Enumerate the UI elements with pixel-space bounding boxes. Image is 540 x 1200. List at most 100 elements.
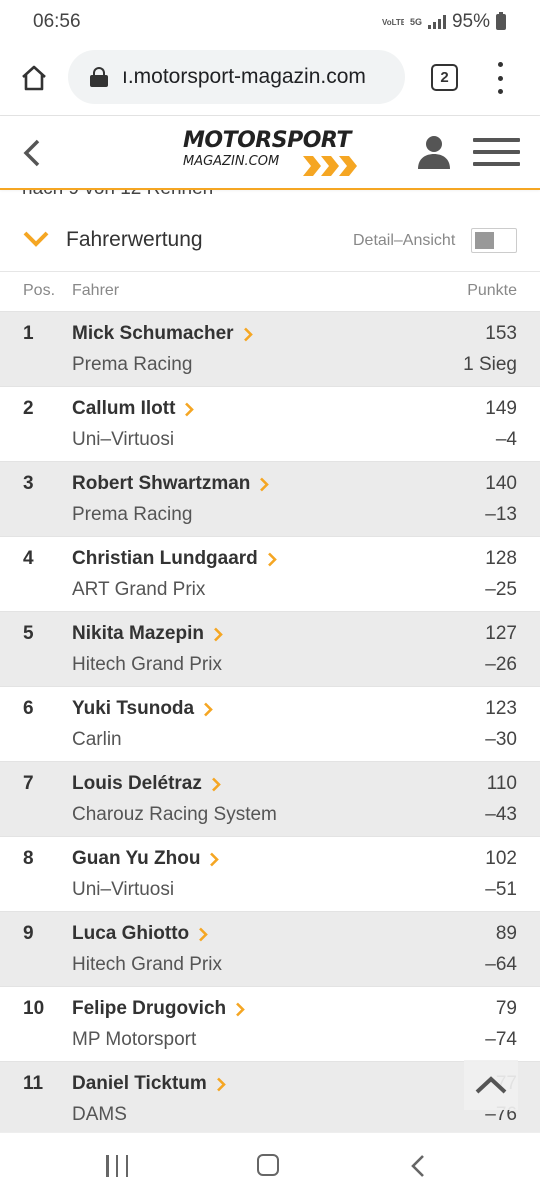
driver-name: Daniel Ticktum	[72, 1073, 207, 1094]
chevron-right-icon	[260, 477, 270, 491]
status-time: 06:56	[33, 11, 81, 32]
driver-name: Callum Ilott	[72, 398, 176, 419]
chevron-right-icon	[185, 402, 195, 416]
driver-link[interactable]: Callum Ilott	[72, 398, 195, 420]
system-nav-bar	[0, 1132, 540, 1200]
driver-link[interactable]: Mick Schumacher	[72, 323, 253, 345]
row-position: 8	[23, 848, 34, 869]
driver-link[interactable]: Guan Yu Zhou	[72, 848, 220, 870]
back-nav-icon[interactable]	[410, 1154, 426, 1178]
scroll-to-top-button[interactable]	[464, 1060, 518, 1110]
driver-points: 127	[485, 623, 517, 644]
points-gap: –25	[485, 579, 517, 600]
standings-title[interactable]: Fahrerwertung	[66, 228, 203, 252]
row-position: 6	[23, 698, 34, 719]
row-position: 9	[23, 923, 34, 944]
driver-name: Louis Delétraz	[72, 773, 202, 794]
column-header-driver: Fahrer	[72, 282, 120, 299]
tab-switcher-button[interactable]: 2	[431, 64, 458, 91]
chevron-right-icon	[214, 627, 223, 641]
chevron-right-icon	[210, 852, 220, 866]
url-bar[interactable]: ı.motorsport-magazin.com	[68, 50, 405, 104]
chevron-left-icon[interactable]	[20, 138, 46, 168]
standings-table: 1 Mick Schumacher Prema Racing 153 1 Sie…	[0, 312, 540, 1137]
table-row: 11 Daniel Ticktum DAMS 77 –76	[0, 1062, 540, 1137]
home-nav-icon[interactable]	[257, 1154, 279, 1176]
team-name: Prema Racing	[72, 354, 193, 375]
driver-link[interactable]: Daniel Ticktum	[72, 1073, 226, 1095]
battery-percent: 95%	[451, 11, 490, 32]
table-row: 5 Nikita Mazepin Hitech Grand Prix 127 –…	[0, 612, 540, 687]
driver-link[interactable]: Nikita Mazepin	[72, 623, 223, 645]
driver-name: Christian Lundgaard	[72, 548, 258, 569]
driver-link[interactable]: Luca Ghiotto	[72, 923, 208, 945]
team-name: MP Motorsport	[72, 1029, 197, 1050]
lock-icon	[90, 67, 108, 87]
table-header: Pos. Fahrer Punkte	[0, 272, 540, 312]
team-name: Hitech Grand Prix	[72, 954, 222, 975]
points-gap: 1 Sieg	[463, 354, 517, 375]
more-vert-icon[interactable]	[494, 62, 506, 94]
row-position: 1	[23, 323, 34, 344]
driver-points: 128	[485, 548, 517, 569]
team-name: Hitech Grand Prix	[72, 654, 222, 675]
chevron-right-icon	[216, 1077, 226, 1091]
driver-points: 123	[485, 698, 517, 719]
points-gap: –51	[485, 879, 517, 900]
chevron-right-icon	[243, 327, 253, 341]
points-gap: –26	[485, 654, 517, 675]
driver-points: 110	[486, 773, 517, 794]
row-position: 5	[23, 623, 34, 644]
user-icon[interactable]	[416, 134, 452, 170]
chevron-right-icon	[204, 702, 213, 716]
row-position: 10	[23, 998, 45, 1019]
driver-link[interactable]: Robert Shwartzman	[72, 473, 270, 495]
recents-icon[interactable]	[106, 1155, 128, 1177]
team-name: Charouz Racing System	[72, 804, 277, 825]
volte-icon: VoLTE1	[381, 17, 404, 27]
driver-name: Luca Ghiotto	[72, 923, 190, 944]
driver-name: Robert Shwartzman	[72, 473, 251, 494]
driver-name: Guan Yu Zhou	[72, 848, 201, 869]
driver-points: 149	[485, 398, 517, 419]
driver-link[interactable]: Louis Delétraz	[72, 773, 221, 795]
driver-points: 140	[485, 473, 517, 494]
team-name: ART Grand Prix	[72, 579, 206, 600]
table-row: 8 Guan Yu Zhou Uni–Virtuosi 102 –51	[0, 837, 540, 912]
chevron-down-icon[interactable]	[22, 228, 50, 250]
row-position: 11	[23, 1073, 44, 1094]
status-bar: 06:56 VoLTE1 5G 95%	[0, 0, 540, 44]
battery-icon	[496, 12, 506, 30]
driver-points: 89	[495, 923, 517, 944]
column-header-points: Punkte	[467, 282, 517, 299]
team-name: Uni–Virtuosi	[72, 429, 175, 450]
chevron-right-icon	[267, 552, 277, 566]
table-row: 2 Callum Ilott Uni–Virtuosi 149 –4	[0, 387, 540, 462]
hamburger-icon[interactable]	[473, 138, 520, 166]
driver-name: Yuki Tsunoda	[72, 698, 195, 719]
detail-view-toggle[interactable]	[471, 228, 517, 253]
points-gap: –64	[485, 954, 517, 975]
chevron-right-icon	[199, 927, 208, 941]
5g-icon: 5G	[409, 16, 422, 27]
table-row: 6 Yuki Tsunoda Carlin 123 –30	[0, 687, 540, 762]
table-row: 10 Felipe Drugovich MP Motorsport 79 –74	[0, 987, 540, 1062]
url-text: ı.motorsport-magazin.com	[122, 65, 366, 88]
chevron-right-icon	[211, 777, 221, 791]
driver-link[interactable]: Yuki Tsunoda	[72, 698, 213, 720]
team-name: Uni–Virtuosi	[72, 879, 175, 900]
team-name: DAMS	[72, 1104, 127, 1125]
row-position: 7	[23, 773, 34, 794]
row-position: 4	[23, 548, 34, 569]
row-position: 2	[23, 398, 34, 419]
site-logo[interactable]: MOTORSPORT MAGAZIN.COM	[183, 130, 359, 178]
driver-link[interactable]: Christian Lundgaard	[72, 548, 277, 570]
driver-name: Felipe Drugovich	[72, 998, 227, 1019]
driver-points: 102	[485, 848, 517, 869]
home-icon[interactable]	[18, 62, 50, 94]
row-position: 3	[23, 473, 34, 494]
driver-link[interactable]: Felipe Drugovich	[72, 998, 245, 1020]
points-gap: –13	[485, 504, 517, 525]
points-gap: –30	[485, 729, 517, 750]
table-row: 1 Mick Schumacher Prema Racing 153 1 Sie…	[0, 312, 540, 387]
